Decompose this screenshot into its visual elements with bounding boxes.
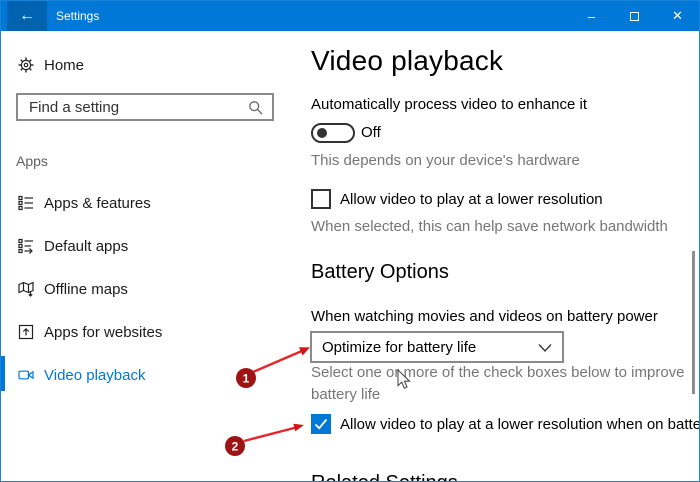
scrollbar-thumb[interactable] [692,251,695,394]
sidebar-item-label: Apps & features [44,194,151,212]
battery-dropdown-label: When watching movies and videos on batte… [311,308,658,325]
back-button[interactable]: ← [7,1,47,31]
maximize-button[interactable] [613,1,656,31]
sidebar-item-label: Apps for websites [44,323,163,341]
auto-process-label: Automatically process video to enhance i… [311,96,587,113]
sidebar-item-video-playback[interactable]: Video playback [18,359,145,391]
video-camera-icon [18,370,34,380]
auto-process-toggle[interactable] [311,123,355,143]
checkmark-icon [314,418,328,430]
main-content: Video playback Automatically process vid… [291,31,700,481]
battery-description: Select one or more of the check boxes be… [311,364,685,403]
lower-resolution-description: When selected, this can help save networ… [311,218,668,235]
sidebar-item-default-apps[interactable]: Default apps [18,230,128,262]
sidebar-item-offline-maps[interactable]: Offline maps [18,273,128,305]
battery-options-heading: Battery Options [311,261,449,283]
lower-resolution-label: Allow video to play at a lower resolutio… [340,190,603,208]
back-arrow-icon: ← [19,7,35,24]
window-controls: – ✕ [570,1,699,31]
default-apps-icon [18,238,33,254]
sidebar-item-label: Offline maps [44,280,128,298]
lower-resolution-checkbox[interactable] [311,189,331,209]
battery-dropdown-value: Optimize for battery life [322,338,477,356]
minimize-button[interactable]: – [570,1,613,31]
battery-checkbox-row: Allow video to play at a lower resolutio… [311,414,700,434]
battery-lower-resolution-checkbox[interactable] [311,414,331,434]
search-input[interactable] [18,95,272,119]
minimize-icon: – [587,8,596,24]
title-bar: ← Settings – ✕ [1,1,699,31]
lower-resolution-row: Allow video to play at a lower resolutio… [311,189,603,209]
search-box [16,93,274,121]
search-icon [249,101,263,115]
selected-item-indicator [1,356,5,391]
maximize-icon [630,11,639,21]
sidebar-item-label: Default apps [44,237,129,255]
map-icon [18,281,34,297]
close-button[interactable]: ✕ [656,1,699,31]
sidebar-item-label: Home [44,56,85,74]
close-icon: ✕ [672,8,683,23]
toggle-state-label: Off [361,124,381,141]
window-title: Settings [56,9,100,23]
sidebar-item-apps-features[interactable]: Apps & features [18,187,151,219]
related-settings-heading: Related Settings [311,472,458,481]
sidebar-item-home[interactable]: Home [18,49,84,81]
list-icon [18,195,33,211]
window-body: Home Apps Apps & features [1,31,700,481]
battery-lower-resolution-label: Allow video to play at a lower resolutio… [340,415,700,433]
gear-icon [18,57,34,73]
sidebar-item-apps-for-websites[interactable]: Apps for websites [18,316,162,348]
auto-process-description: This depends on your device's hardware [311,152,580,169]
sidebar-group-label: Apps [16,153,48,169]
page-title: Video playback [311,45,504,76]
battery-dropdown[interactable]: Optimize for battery life [310,331,564,363]
sidebar-item-label: Video playback [44,366,146,384]
chevron-down-icon [538,344,552,352]
website-apps-icon [18,324,34,340]
settings-window: ← Settings – ✕ Home Find a setting Apps … [0,0,700,482]
toggle-knob [317,128,327,138]
